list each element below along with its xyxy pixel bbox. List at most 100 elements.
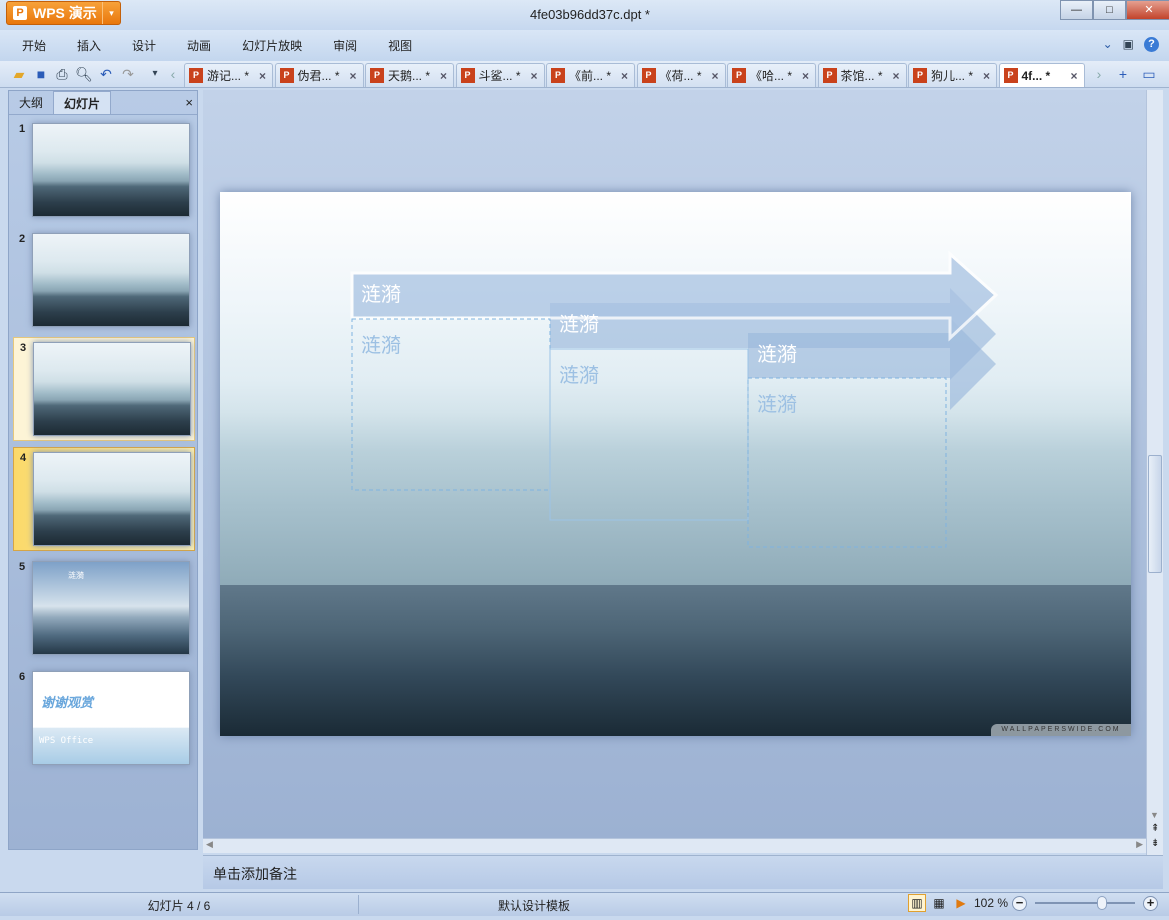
menu-insert[interactable]: 插入 (77, 37, 101, 54)
slide-thumbnail[interactable]: 1 (13, 119, 195, 223)
menu-design[interactable]: 设计 (132, 37, 156, 54)
close-tab-icon[interactable]: × (440, 69, 447, 83)
document-tab[interactable]: P 伪君... * × (274, 63, 364, 87)
arrow-2-title[interactable]: 涟漪 (559, 308, 599, 337)
document-tab[interactable]: P 《哈... * × (727, 63, 816, 87)
close-tab-icon[interactable]: × (711, 69, 718, 83)
slide-thumbnail[interactable]: 6 谢谢观赏 WPS Office (13, 667, 195, 771)
template-name[interactable]: 默认设计模板 (359, 897, 709, 914)
tab-label: 茶馆... * (840, 69, 883, 83)
document-tab[interactable]: P 茶馆... * × (817, 63, 907, 87)
zoom-out-button[interactable]: − (1012, 895, 1028, 911)
close-tab-icon[interactable]: × (259, 69, 266, 83)
document-tab[interactable]: P 斗鲨... * × (455, 63, 545, 87)
slideshow-icon[interactable]: ▶ (952, 894, 970, 912)
tab-label: 4f... * (1021, 68, 1051, 83)
slide-thumbnail[interactable]: 3 (13, 337, 195, 441)
wps-logo-icon: P (13, 6, 27, 20)
document-title: 4fe03b96dd37c.dpt * (530, 7, 650, 22)
scrollbar-thumb[interactable] (1148, 455, 1162, 573)
title-bar: P WPS 演示 ▾ 4fe03b96dd37c.dpt * — □ ✕ (0, 0, 1169, 30)
tab-label: 《荷... * (659, 69, 702, 83)
document-tab[interactable]: P 游记... * × (184, 63, 273, 87)
scroll-tabs-right-icon[interactable]: › (1090, 65, 1108, 83)
menu-review[interactable]: 审阅 (333, 37, 357, 54)
scroll-right-icon[interactable]: ▶ (1136, 839, 1143, 850)
minimize-button[interactable]: — (1060, 0, 1093, 20)
slide-number: 1 (19, 123, 26, 135)
document-tab[interactable]: P 《荷... * × (636, 63, 726, 87)
print-preview-icon[interactable]: 🔍︎ (75, 65, 93, 83)
collapse-ribbon-icon[interactable]: ⌄ (1103, 37, 1113, 52)
presentation-file-icon: P (913, 68, 927, 83)
redo-icon[interactable]: ↷ (119, 65, 137, 83)
document-tab[interactable]: P 狗儿... * × (908, 63, 997, 87)
tab-outline[interactable]: 大纲 (9, 91, 53, 114)
slide-number: 3 (20, 342, 27, 354)
app-name: WPS 演示 (33, 5, 97, 21)
tab-label: 游记... * (207, 69, 250, 83)
tab-label: 狗儿... * (931, 69, 974, 83)
close-tab-icon[interactable]: × (1070, 69, 1077, 83)
thumb-subtitle: WPS Office (39, 736, 94, 746)
slide-canvas[interactable]: 涟漪 涟漪 涟漪 涟漪 涟漪 涟漪 WALLPAPERSWIDE.COM (220, 192, 1131, 736)
close-button[interactable]: ✕ (1126, 0, 1169, 20)
arrow-1-title[interactable]: 涟漪 (361, 278, 401, 307)
scroll-tabs-left-icon[interactable]: ‹ (164, 65, 182, 83)
presentation-file-icon: P (370, 68, 384, 83)
normal-view-icon[interactable]: ▥ (908, 894, 926, 912)
next-slide-icon[interactable]: ⇟ (1151, 838, 1159, 849)
close-tab-icon[interactable]: × (621, 69, 628, 83)
document-tab[interactable]: P 天鹅... * × (365, 63, 454, 87)
close-tab-icon[interactable]: × (983, 69, 990, 83)
tab-slides[interactable]: 幻灯片 (53, 91, 112, 114)
customize-icon[interactable]: ▾ (146, 65, 164, 83)
tab-list-icon[interactable]: ▭ (1140, 65, 1158, 83)
menu-home[interactable]: 开始 (22, 37, 46, 54)
close-tab-icon[interactable]: × (349, 69, 356, 83)
zoom-in-button[interactable]: + (1143, 895, 1159, 911)
scroll-down-icon[interactable]: ▼ (1150, 810, 1159, 820)
zoom-slider[interactable] (1035, 896, 1136, 910)
notes-pane[interactable]: 单击添加备注 (203, 855, 1163, 889)
arrow-3-title[interactable]: 涟漪 (757, 338, 797, 367)
textbox-3-text[interactable]: 涟漪 (757, 388, 797, 417)
previous-slide-icon[interactable]: ⇞ (1151, 823, 1159, 834)
presentation-file-icon: P (279, 68, 294, 83)
presentation-file-icon: P (822, 68, 837, 83)
tab-label: 《前... * (569, 69, 612, 83)
tab-label: 《哈... * (750, 69, 793, 83)
vertical-scrollbar[interactable]: ▼ ⇞ ⇟ (1146, 90, 1163, 855)
close-tab-icon[interactable]: × (802, 69, 809, 83)
close-tab-icon[interactable]: × (530, 69, 537, 83)
undo-icon[interactable]: ↶ (97, 65, 115, 83)
textbox-1-text[interactable]: 涟漪 (361, 329, 401, 358)
wps-app-menu-button[interactable]: P WPS 演示 ▾ (6, 1, 121, 25)
skin-icon[interactable]: ▣ (1123, 37, 1134, 52)
print-icon[interactable]: ⎙ (53, 65, 71, 83)
slide-thumbnail[interactable]: 5 涟漪 (13, 557, 195, 661)
slide-thumbnail[interactable]: 2 (13, 229, 195, 333)
close-panel-icon[interactable]: × (185, 95, 193, 110)
save-icon[interactable]: ■ (32, 65, 50, 83)
slide-thumbnail[interactable]: 4 (13, 447, 195, 551)
horizontal-scrollbar[interactable]: ◀ ▶ (203, 838, 1146, 853)
document-tab[interactable]: P 《前... * × (546, 63, 635, 87)
menu-animation[interactable]: 动画 (187, 37, 211, 54)
presentation-file-icon: P (189, 68, 203, 83)
menu-view[interactable]: 视图 (388, 37, 412, 54)
open-folder-icon[interactable]: ▰ (10, 65, 28, 83)
maximize-button[interactable]: □ (1093, 0, 1126, 20)
menu-slideshow[interactable]: 幻灯片放映 (242, 37, 302, 54)
slide-number: 5 (19, 561, 26, 573)
document-tab[interactable]: P 4f... * × (998, 63, 1085, 87)
slide-sorter-icon[interactable]: ▦ (930, 894, 948, 912)
presentation-file-icon: P (641, 68, 656, 83)
new-tab-icon[interactable]: + (1114, 65, 1132, 83)
help-icon[interactable]: ? (1144, 37, 1159, 52)
chevron-down-icon[interactable]: ▾ (102, 2, 120, 24)
scroll-left-icon[interactable]: ◀ (206, 839, 213, 850)
zoom-slider-handle[interactable] (1097, 896, 1108, 910)
close-tab-icon[interactable]: × (892, 69, 899, 83)
textbox-2-text[interactable]: 涟漪 (559, 359, 599, 388)
